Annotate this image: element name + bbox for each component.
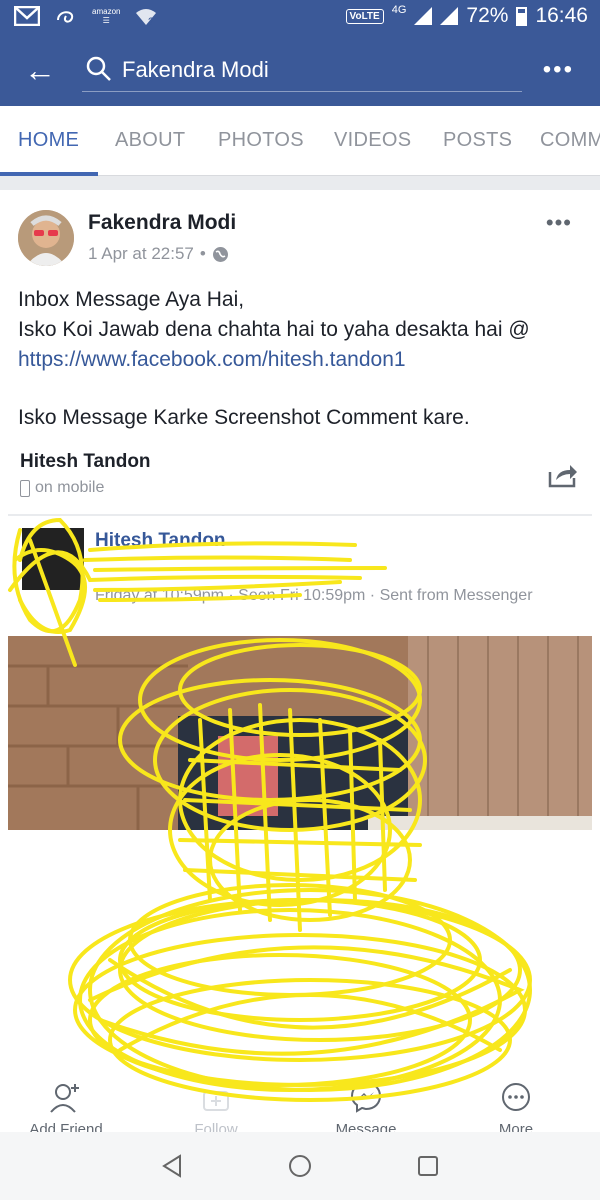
overflow-menu-icon[interactable]: •••	[543, 56, 574, 84]
back-icon[interactable]	[160, 1154, 184, 1178]
profile-action-bar: Add Friend Follow Message More	[0, 1070, 600, 1138]
network-type: 4G	[391, 4, 407, 16]
on-mobile: on mobile	[20, 479, 104, 497]
globe-icon	[212, 246, 228, 262]
post-author[interactable]: Fakendra Modi	[88, 211, 236, 235]
tab-community[interactable]: COMM	[540, 129, 600, 152]
search-bar[interactable]	[82, 54, 522, 92]
screen: { "status_bar": { "amazon": "amazon", "v…	[0, 0, 600, 1200]
shared-photo[interactable]	[8, 636, 592, 830]
post-date[interactable]: 1 Apr at 22:57	[88, 244, 194, 264]
add-friend-button[interactable]: Add Friend	[6, 1080, 126, 1138]
clock: 16:46	[535, 4, 588, 27]
shared-sender-name[interactable]: Hitesh Tandon	[95, 530, 226, 552]
tab-home[interactable]: HOME	[18, 129, 79, 152]
tab-photos[interactable]: PHOTOS	[218, 129, 304, 152]
post-text-line-4: Isko Message Karke Screenshot Comment ka…	[18, 406, 470, 429]
meta-separator: •	[199, 244, 206, 263]
battery-icon	[516, 6, 528, 26]
profile-tabs: HOME ABOUT PHOTOS VIDEOS POSTS COMM	[0, 106, 600, 176]
home-icon[interactable]	[288, 1154, 312, 1178]
more-button[interactable]: More	[456, 1080, 576, 1138]
search-icon	[86, 56, 111, 81]
shared-avatar	[22, 528, 84, 590]
share-icon[interactable]	[548, 462, 578, 488]
post-card: Fakendra Modi 1 Apr at 22:57 • ••• Inbox…	[0, 190, 600, 1070]
on-mobile-label: on mobile	[35, 479, 105, 496]
volte-badge: VoLTE	[345, 8, 384, 24]
signal-icon	[414, 7, 433, 25]
author-avatar[interactable]	[18, 210, 74, 266]
post-text-line-2: Isko Koi Jawab dena chahta hai to yaha d…	[18, 318, 530, 341]
app-header: ← •••	[0, 36, 600, 106]
battery-percent: 72%	[466, 4, 509, 27]
tagged-name[interactable]: Hitesh Tandon	[20, 451, 151, 473]
amazon-icon: amazon ☰	[92, 7, 121, 25]
browser-icon	[57, 11, 74, 23]
post-meta: 1 Apr at 22:57 •	[88, 244, 229, 264]
more-icon	[502, 1083, 530, 1111]
tab-about[interactable]: ABOUT	[115, 129, 185, 152]
signal-icon-2	[440, 7, 459, 25]
search-input[interactable]	[122, 54, 502, 86]
post-link[interactable]: https://www.facebook.com/hitesh.tandon1	[18, 348, 588, 372]
status-bar: amazon ☰ ? VoLTE 4G 72% 16:46	[0, 0, 600, 36]
gmail-icon	[14, 6, 40, 26]
recents-icon[interactable]	[416, 1154, 440, 1178]
divider	[8, 514, 592, 516]
wifi-icon: ?	[136, 9, 157, 27]
follow-icon	[203, 1091, 229, 1111]
add-friend-icon	[50, 1084, 79, 1113]
phone-icon	[20, 479, 30, 497]
system-nav-bar	[0, 1132, 600, 1200]
messenger-icon	[350, 1081, 382, 1113]
shared-message-meta: Friday at 10:59pm · Seen Fri 10:59pm · S…	[95, 587, 533, 604]
svg-text:?: ?	[148, 16, 154, 27]
tab-posts[interactable]: POSTS	[443, 129, 512, 152]
post-options-icon[interactable]: •••	[546, 210, 572, 236]
active-tab-indicator	[0, 172, 98, 176]
back-arrow-icon[interactable]: ←	[24, 52, 56, 88]
post-text-line-1: Inbox Message Aya Hai,	[18, 288, 245, 311]
follow-button[interactable]: Follow	[156, 1080, 276, 1138]
message-button[interactable]: Message	[306, 1080, 426, 1138]
tab-videos[interactable]: VIDEOS	[334, 129, 411, 152]
